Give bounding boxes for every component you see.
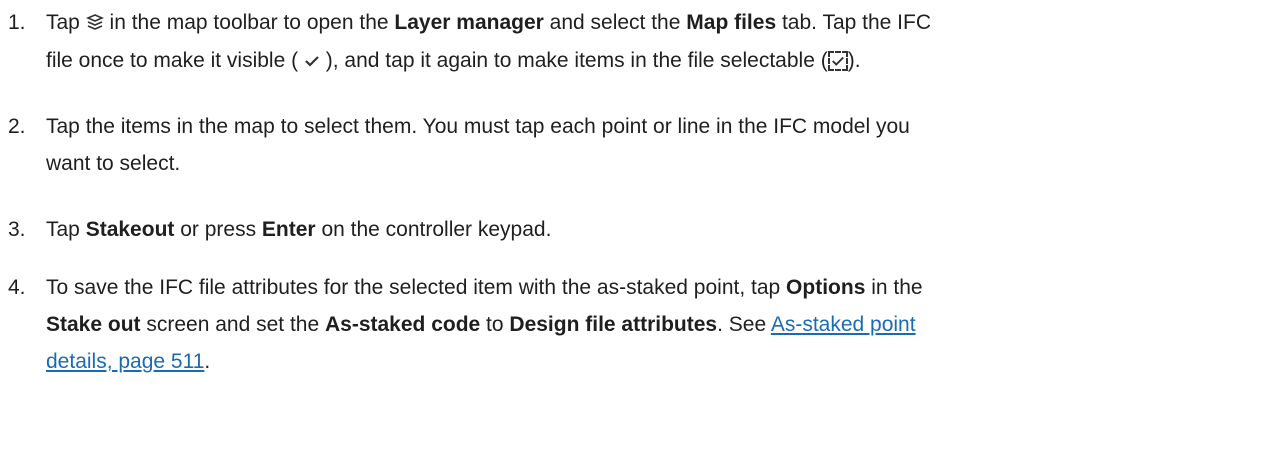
text-line: Tap the items in the map to select them.… [46,108,1271,145]
ui-term: Design file attributes [509,313,718,336]
text-run: in the map toolbar to open the [103,11,395,34]
step-body: Tap Stakeout or press Enter on the contr… [46,211,1271,248]
text-run: or press [174,218,262,241]
text-run: ). [847,48,861,72]
text-run: Tap [46,218,86,241]
text-run: want to select. [46,152,181,175]
step-body: Tap the items in the map to select them.… [46,108,1271,182]
text-line: Tap Stakeout or press Enter on the contr… [46,211,1271,248]
text-run: in the [865,276,923,299]
text-run: Tap the items in the map to select them.… [46,115,910,138]
ui-term: As-staked code [324,313,481,336]
ui-term: Stakeout [85,218,175,241]
cross-reference-link[interactable]: As-staked point [771,313,916,336]
ui-term: Stake out [46,313,141,336]
step-number: 1. [8,11,26,34]
text-run: ), and tap it again to make items in the… [319,48,828,72]
step-body: To save the IFC file attributes for the … [46,269,1271,380]
ui-term: Enter [261,218,316,241]
text-line: Tap in the map toolbar to open the Layer… [46,4,1271,42]
step-body: Tap in the map toolbar to open the Layer… [46,4,1271,80]
text-line: file once to make it visible ( ), and ta… [46,42,1271,80]
ui-term: Layer manager [394,11,544,34]
ui-term: Map files [686,11,777,34]
instruction-list: 1. Tap in the map toolbar to open the La… [0,0,1277,463]
text-line: details, page 511. [46,343,1271,380]
ui-term: Options [786,276,866,299]
step-number: 3. [8,218,26,241]
checkmark-icon [304,43,320,80]
text-line: To save the IFC file attributes for the … [46,269,1271,306]
text-run: screen and set the [140,313,325,336]
text-line: Stake out screen and set the As-staked c… [46,306,1271,343]
text-run: file once to make it visible ( [46,48,304,72]
text-line: want to select. [46,145,1271,182]
text-run: . See [717,313,771,336]
text-run: . [204,350,211,373]
text-run: tab. Tap the IFC [776,11,931,34]
text-run: and select the [543,11,687,34]
text-run: on the controller keypad. [315,218,552,241]
cross-reference-link[interactable]: details, page 511 [46,350,204,373]
checkmark-selectable-icon [827,43,848,80]
step-number: 4. [8,276,26,299]
layers-icon [85,5,104,42]
step-number: 2. [8,115,26,138]
text-run: to [480,313,510,336]
text-run: Tap [46,11,86,34]
text-run: To save the IFC file attributes for the … [46,276,787,299]
